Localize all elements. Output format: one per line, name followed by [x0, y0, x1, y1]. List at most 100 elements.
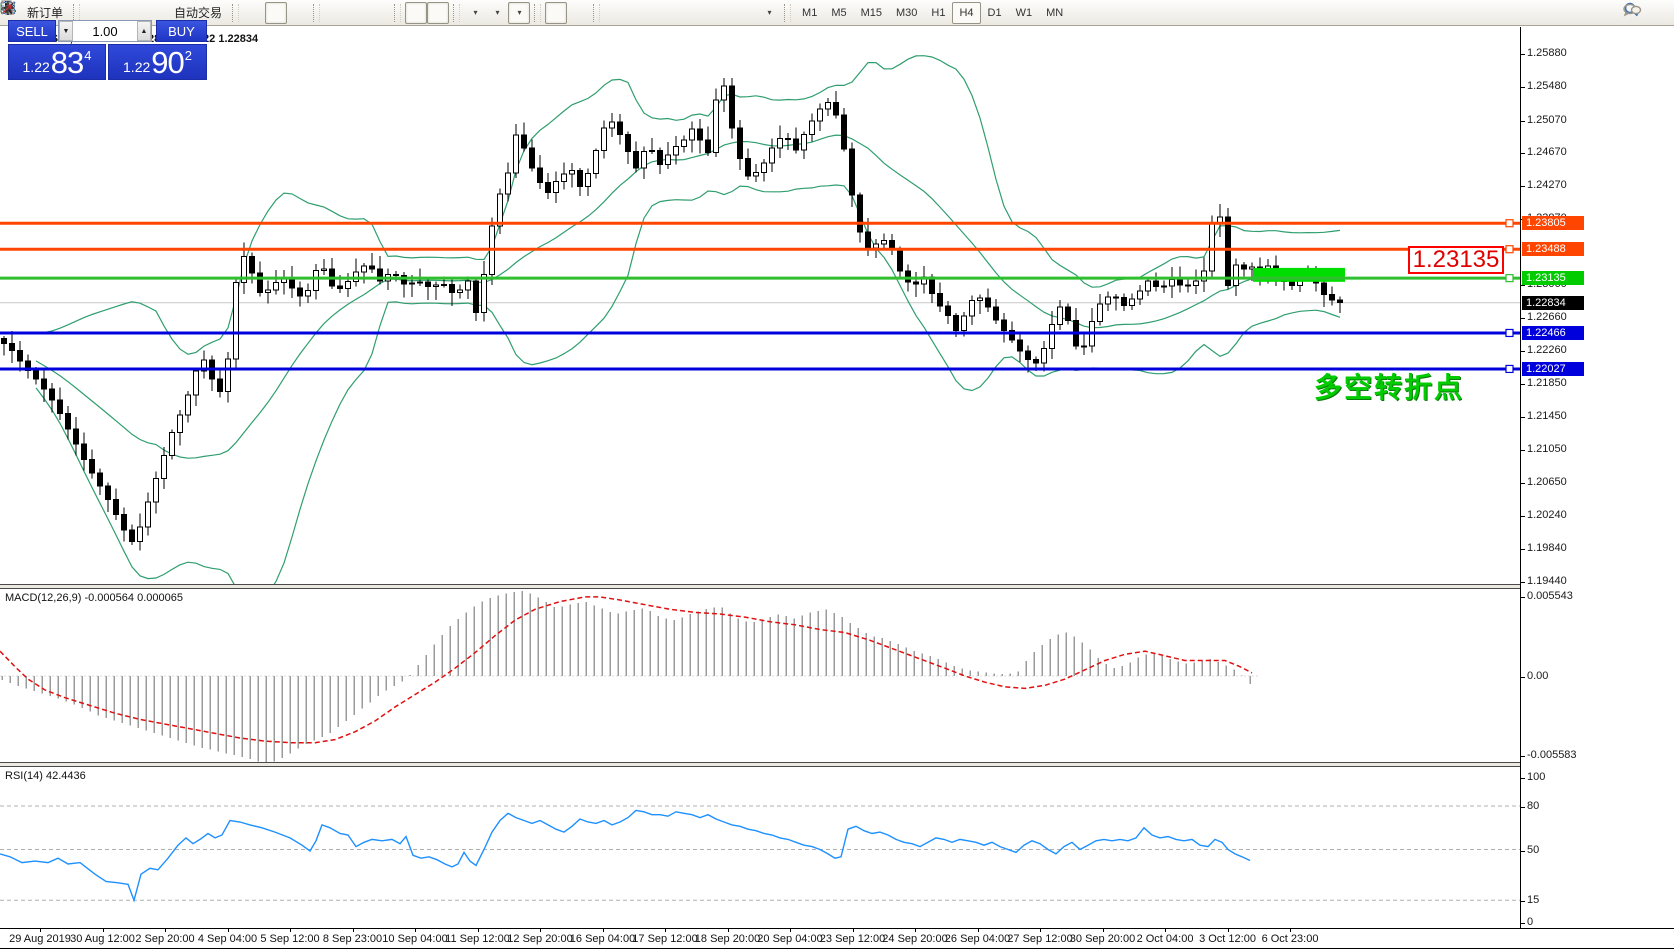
- vertical-line-tool-button[interactable]: [7, 1, 626, 24]
- indicators-button[interactable]: ▾: [1, 0, 486, 24]
- toolbar-handle: [784, 3, 792, 22]
- arrows-tool-button[interactable]: ▾: [2, 2, 780, 24]
- macd-axis-tick: 0.00: [1520, 670, 1549, 682]
- tile-windows-button[interactable]: [2, 2, 390, 24]
- time-label: 3 Oct 12:00: [1199, 933, 1256, 945]
- time-tick: [1040, 929, 1041, 932]
- time-label: 30 Sep 20:00: [1069, 933, 1136, 945]
- line-chart-mode-button[interactable]: [0, 1, 309, 24]
- zoom-out-button[interactable]: [1, 1, 368, 24]
- time-tick: [1290, 929, 1291, 932]
- tab-m5[interactable]: M5: [824, 2, 853, 24]
- trendline-tool-button[interactable]: [1, 1, 670, 24]
- volume-increase-button[interactable]: ▲: [137, 21, 151, 41]
- new-order-label[interactable]: 新订单: [27, 4, 63, 21]
- hline-price-label: 1.22466: [1522, 325, 1584, 340]
- auto-trading-label[interactable]: 自动交易: [174, 4, 222, 21]
- main-chart-pane[interactable]: ▲ GBPUSD-,H4 1.22850 1.22850 1.22822 1.2…: [0, 27, 1520, 584]
- text-label-tool-button[interactable]: T: [1, 2, 758, 24]
- tab-d1[interactable]: D1: [981, 2, 1009, 24]
- time-tick: [977, 929, 979, 932]
- toolbar-handle: [534, 3, 542, 22]
- hline-price-label: 1.23488: [1522, 242, 1584, 257]
- buy-button[interactable]: BUY: [156, 20, 207, 42]
- zoom-in-button[interactable]: [1, 1, 346, 24]
- time-tick: [727, 929, 729, 932]
- tab-h4[interactable]: H4: [952, 1, 981, 24]
- price-callout-box[interactable]: 1.23135: [1408, 246, 1504, 274]
- rsi-canvas[interactable]: [0, 767, 1520, 928]
- toolbar-handle: [313, 3, 321, 22]
- time-tick: [1165, 929, 1166, 932]
- tab-m30[interactable]: M30: [889, 2, 924, 24]
- time-label: 27 Sep 12:00: [1007, 933, 1073, 945]
- time-tick: [540, 929, 541, 932]
- horizontal-line-tool-button[interactable]: [1, 2, 648, 24]
- sell-button[interactable]: SELL: [8, 20, 56, 42]
- main-chart-canvas[interactable]: [0, 27, 1520, 584]
- time-tick: [290, 929, 291, 932]
- time-tick: [415, 929, 416, 932]
- sell-price-big: 83: [50, 45, 84, 80]
- time-tick: [102, 929, 104, 932]
- time-tick: [852, 929, 854, 932]
- crosshair-button[interactable]: [1, 1, 589, 24]
- tab-mn[interactable]: MN: [1039, 2, 1070, 24]
- price-tick: 1.20240: [1521, 509, 1567, 522]
- time-label: 18 Sep 20:00: [694, 933, 761, 945]
- price-tick: 1.25880: [1521, 47, 1567, 60]
- toolbar-handle: [232, 3, 240, 22]
- bar-chart-mode-button[interactable]: [3, 2, 265, 24]
- rsi-axis-tick: 50: [1520, 843, 1540, 856]
- cursor-button[interactable]: [5, 1, 568, 24]
- rsi-pane[interactable]: RSI(14) 42.4436: [0, 767, 1520, 928]
- price-tick: 1.21450: [1521, 410, 1567, 423]
- time-label: 11 Sep 12:00: [445, 933, 510, 945]
- window-bottom-border: [0, 948, 1674, 949]
- tab-m1[interactable]: M1: [795, 2, 824, 24]
- chat-button[interactable]: [1623, 1, 1666, 23]
- buy-price-small: 1.22: [123, 59, 151, 75]
- buy-price-display[interactable]: 1.22 90 2: [108, 44, 207, 80]
- tab-w1[interactable]: W1: [1009, 2, 1040, 24]
- auto-scroll-button[interactable]: [1, 1, 428, 24]
- hline-price-label: 1.22027: [1522, 361, 1584, 376]
- price-tick: 1.19440: [1521, 575, 1567, 587]
- time-label: 4 Sep 04:00: [197, 933, 258, 945]
- periods-button[interactable]: ▾: [1, 1, 508, 24]
- toolbar-handle: [593, 3, 601, 22]
- chinese-annotation[interactable]: 多空转折点: [1314, 366, 1464, 406]
- time-label: 5 Sep 12:00: [260, 933, 320, 945]
- templates-button[interactable]: ▾: [1, 1, 531, 24]
- time-tick: [352, 929, 354, 932]
- channel-tool-button[interactable]: E: [0, 1, 692, 24]
- time-tick: [1102, 929, 1104, 932]
- chart-shift-button[interactable]: [1, 1, 450, 24]
- one-click-trading-panel: SELL ▼ ▲ BUY 1.22 83 4 1.22 90 2: [8, 20, 207, 80]
- volume-input[interactable]: [73, 21, 137, 41]
- sell-price-display[interactable]: 1.22 83 4: [8, 44, 106, 80]
- tab-m15[interactable]: M15: [854, 2, 889, 24]
- text-tool-button[interactable]: A: [4, 1, 736, 24]
- time-axis[interactable]: 29 Aug 2019 30 Aug 12:00 2 Sep 20:00 4 Sep …: [0, 928, 1674, 949]
- time-tick: [915, 929, 916, 932]
- macd-pane[interactable]: MACD(12,26,9) -0.000564 0.000065: [0, 589, 1520, 762]
- macd-canvas[interactable]: [0, 589, 1520, 762]
- time-label: 12 Sep 20:00: [507, 933, 573, 945]
- tab-h1[interactable]: H1: [924, 2, 952, 24]
- volume-decrease-button[interactable]: ▼: [59, 21, 73, 41]
- candlestick-mode-button[interactable]: [3, 1, 288, 24]
- time-tick: [1227, 929, 1229, 932]
- price-tick: 1.20650: [1521, 475, 1567, 488]
- time-label: 24 Sep 20:00: [882, 933, 948, 945]
- price-axis[interactable]: 1.25880 1.25480 1.25070 1.24670 1.24270 1.238…: [1520, 27, 1674, 928]
- fibonacci-tool-button[interactable]: F: [2, 2, 714, 24]
- chevron-down-icon: ▾: [767, 8, 772, 17]
- chevron-down-icon: ▾: [517, 8, 522, 17]
- rsi-axis-tick: 80: [1520, 800, 1540, 812]
- sell-price-small: 1.22: [22, 59, 50, 75]
- toolbar-handle: [394, 3, 402, 22]
- bid-price-label: 1.22834: [1522, 295, 1584, 310]
- hline-price-label: 1.23805: [1522, 216, 1584, 231]
- price-tick: 1.21850: [1521, 377, 1567, 390]
